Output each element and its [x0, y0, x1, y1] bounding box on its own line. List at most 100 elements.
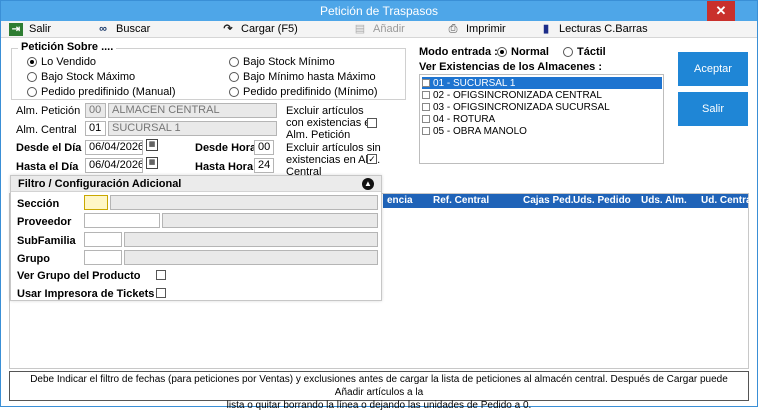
radio-indicator [229, 72, 239, 82]
barcode-icon: ▮ [542, 23, 550, 35]
grupo-description [124, 250, 378, 265]
desde-hora-input[interactable]: 00 [254, 140, 274, 155]
radio-label: Pedido predifinido (Mínimo) [243, 86, 378, 98]
almacen-checkbox[interactable] [422, 79, 430, 87]
chevron-up-icon[interactable]: ▲ [362, 178, 374, 190]
hasta-hora-input[interactable]: 24 [254, 158, 274, 173]
subfamilia-label: SubFamilia [17, 235, 76, 247]
almacen-checkbox[interactable] [422, 103, 430, 111]
status-bar: Debe Indicar el filtro de fechas (para p… [9, 371, 749, 411]
hasta-dia-input[interactable]: 06/04/2026 [85, 158, 143, 173]
salir-toolbar-button[interactable]: ⇥ Salir [9, 22, 51, 37]
almacen-item[interactable]: 04 - ROTURA [422, 113, 662, 125]
radio-bajo-stock-maximo[interactable]: Bajo Stock Máximo [27, 71, 135, 83]
grid-col-header[interactable]: Cajas Ped. [523, 194, 574, 208]
anadir-toolbar-button[interactable]: ▤ Añadir [353, 22, 405, 37]
lecturas-toolbar-button[interactable]: ▮ Lecturas C.Barras [539, 22, 648, 37]
radio-indicator [497, 47, 507, 57]
grid-col-header[interactable]: Ud. Central [701, 194, 754, 208]
salir-toolbar-label: Salir [29, 23, 52, 35]
calendar-icon[interactable]: ▦ [146, 139, 158, 151]
seccion-input[interactable] [84, 195, 108, 210]
grupo-input[interactable] [84, 250, 122, 265]
alm-peticion-label: Alm. Petición [16, 105, 81, 117]
desde-dia-input[interactable]: 06/04/2026 [85, 140, 143, 155]
grid-col-header[interactable]: Uds. Pedido [573, 194, 631, 208]
salir-button[interactable]: Salir [678, 92, 748, 126]
status-line-1: Debe Indicar el filtro de fechas (para p… [30, 374, 728, 398]
aceptar-button[interactable]: Aceptar [678, 52, 748, 86]
excluir-sin-label-1: Excluir artículos sin [286, 142, 381, 154]
radio-label: Táctil [577, 46, 606, 58]
desde-hora-label: Desde Hora [195, 142, 257, 154]
seccion-description [110, 195, 378, 210]
radio-modo-tactil[interactable]: Táctil [563, 46, 606, 58]
filtro-header[interactable]: Filtro / Configuración Adicional ▲ [11, 176, 381, 192]
almacen-checkbox[interactable] [422, 127, 430, 135]
almacen-item[interactable]: 05 - OBRA MANOLO [422, 125, 662, 137]
desde-dia-label: Desde el Día [16, 142, 82, 154]
radio-indicator [563, 47, 573, 57]
excluir-sin-checkbox[interactable]: ✓ [367, 154, 377, 164]
excluir-con-checkbox[interactable] [367, 118, 377, 128]
proveedor-description [162, 213, 378, 228]
buscar-toolbar-button[interactable]: ∞ Buscar [96, 22, 150, 37]
load-arrow-icon: ↷ [223, 23, 233, 35]
alm-central-code-input[interactable]: 01 [85, 121, 106, 136]
radio-lo-vendido[interactable]: Lo Vendido [27, 56, 96, 68]
almacen-label: 02 - OFIGSINCRONIZADA CENTRAL [433, 89, 602, 101]
grupo-label: Grupo [17, 253, 50, 265]
calendar-icon[interactable]: ▦ [146, 157, 158, 169]
radio-indicator [27, 57, 37, 67]
radio-bajo-minimo-hasta-maximo[interactable]: Bajo Mínimo hasta Máximo [229, 71, 376, 83]
filtro-panel: Filtro / Configuración Adicional ▲ Secci… [10, 175, 382, 301]
almacen-item[interactable]: 03 - OFIGSINCRONIZADA SUCURSAL [422, 101, 662, 113]
grid-col-header[interactable]: Ref. Central [433, 194, 489, 208]
buscar-toolbar-label: Buscar [116, 23, 151, 35]
hasta-hora-label: Hasta Hora [195, 161, 254, 173]
almacen-item[interactable]: 02 - OFIGSINCRONIZADA CENTRAL [422, 89, 662, 101]
almacen-label: 03 - OFIGSINCRONIZADA SUCURSAL [433, 101, 610, 113]
almacen-label: 05 - OBRA MANOLO [433, 125, 527, 137]
proveedor-input[interactable] [84, 213, 160, 228]
almacenes-label: Ver Existencias de los Almacenes : [419, 61, 603, 73]
exit-icon: ⇥ [9, 23, 23, 36]
usar-impresora-checkbox[interactable] [156, 288, 166, 298]
hasta-dia-label: Hasta el Día [16, 161, 79, 173]
radio-indicator [229, 57, 239, 67]
almacenes-list[interactable]: 01 - SUCURSAL 1 02 - OFIGSINCRONIZADA CE… [419, 74, 664, 164]
almacen-checkbox[interactable] [422, 115, 430, 123]
add-icon: ▤ [354, 23, 366, 35]
radio-pedido-manual[interactable]: Pedido predifinido (Manual) [27, 86, 176, 98]
subfamilia-input[interactable] [84, 232, 122, 247]
ver-grupo-checkbox[interactable] [156, 270, 166, 280]
ver-grupo-label: Ver Grupo del Producto [17, 270, 141, 282]
almacen-checkbox[interactable] [422, 91, 430, 99]
radio-pedido-minimo[interactable]: Pedido predifinido (Mínimo) [229, 86, 378, 98]
grid-col-header[interactable]: encia [387, 194, 413, 208]
alm-peticion-name-field: ALMACEN CENTRAL [108, 103, 277, 118]
modo-entrada-label: Modo entrada : [419, 46, 498, 58]
imprimir-toolbar-button[interactable]: ⎙ Imprimir [446, 22, 506, 37]
title-bar: Petición de Traspasos [1, 1, 757, 21]
radio-bajo-stock-minimo[interactable]: Bajo Stock Mínimo [229, 56, 335, 68]
status-line-2: lista o quitar borrando la línea o dejan… [226, 400, 532, 411]
lecturas-toolbar-label: Lecturas C.Barras [559, 23, 648, 35]
radio-label: Bajo Stock Mínimo [243, 56, 335, 68]
radio-modo-normal[interactable]: Normal [497, 46, 549, 58]
radio-label: Normal [511, 46, 549, 58]
radio-label: Bajo Mínimo hasta Máximo [243, 71, 376, 83]
radio-indicator [229, 87, 239, 97]
proveedor-label: Proveedor [17, 216, 72, 228]
printer-icon: ⎙ [448, 23, 458, 35]
grid-header: encia Ref. Central Cajas Ped. Uds. Pedid… [383, 194, 754, 208]
cargar-toolbar-label: Cargar (F5) [241, 23, 298, 35]
almacen-item[interactable]: 01 - SUCURSAL 1 [422, 77, 662, 89]
subfamilia-description [124, 232, 378, 247]
anadir-toolbar-label: Añadir [373, 23, 405, 35]
close-icon: ✕ [715, 3, 727, 18]
cargar-toolbar-button[interactable]: ↷ Cargar (F5) [221, 22, 298, 37]
grid-col-header[interactable]: Uds. Alm. [641, 194, 687, 208]
alm-central-label: Alm. Central [16, 124, 77, 136]
window-close-button[interactable]: ✕ [707, 1, 735, 21]
